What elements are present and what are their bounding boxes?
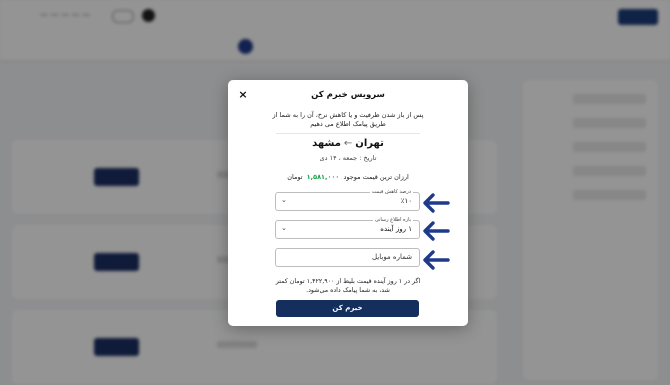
arrow-left-icon bbox=[423, 221, 450, 241]
discount-percent-select[interactable]: درصد کاهش قیمت ٪۱۰ ⌄ bbox=[275, 188, 420, 211]
chevron-down-icon: ⌄ bbox=[281, 224, 287, 232]
cheapest-price: ارزان ترین قیمت موجود ۱,۵۸۱,۰۰۰ تومان bbox=[228, 173, 468, 181]
route-origin: تهران bbox=[355, 138, 384, 149]
divider bbox=[276, 133, 420, 134]
notify-period-value: ۱ روز آینده bbox=[380, 225, 412, 233]
notify-period-select[interactable]: بازه اطلاع رسانی ۱ روز آینده ⌄ bbox=[275, 216, 420, 239]
notify-note: اگر در ۱ روز آینده قیمت بلیط از ۱,۴۲۲,۹۰… bbox=[275, 278, 421, 294]
cheapest-amount: ۱,۵۸۱,۰۰۰ bbox=[306, 173, 340, 181]
notify-me-button[interactable]: خبرم کن bbox=[276, 300, 419, 317]
route-heading: تهران←مشهد bbox=[228, 138, 468, 149]
cheapest-unit: تومان bbox=[287, 173, 303, 181]
discount-percent-value: ٪۱۰ bbox=[400, 197, 412, 205]
mobile-number-placeholder: شماره موبایل bbox=[371, 253, 412, 261]
notify-period-label: بازه اطلاع رسانی bbox=[372, 216, 413, 224]
mobile-number-input[interactable]: شماره موبایل bbox=[275, 248, 420, 267]
arrow-left-icon bbox=[423, 250, 450, 270]
arrow-left-icon: ← bbox=[343, 138, 353, 149]
discount-percent-label: درصد کاهش قیمت bbox=[369, 188, 413, 196]
chevron-down-icon: ⌄ bbox=[281, 196, 287, 204]
modal-title: سرویس خبرم کن bbox=[311, 90, 385, 100]
route-destination: مشهد bbox=[312, 138, 341, 149]
arrow-left-icon bbox=[423, 193, 450, 213]
cheapest-label: ارزان ترین قیمت موجود bbox=[343, 173, 409, 181]
modal-description: پس از باز شدن ظرفیت و یا کاهش نرخ، آن را… bbox=[272, 111, 424, 128]
travel-date: تاریخ : جمعه ، ۱۴ دی bbox=[319, 154, 377, 162]
